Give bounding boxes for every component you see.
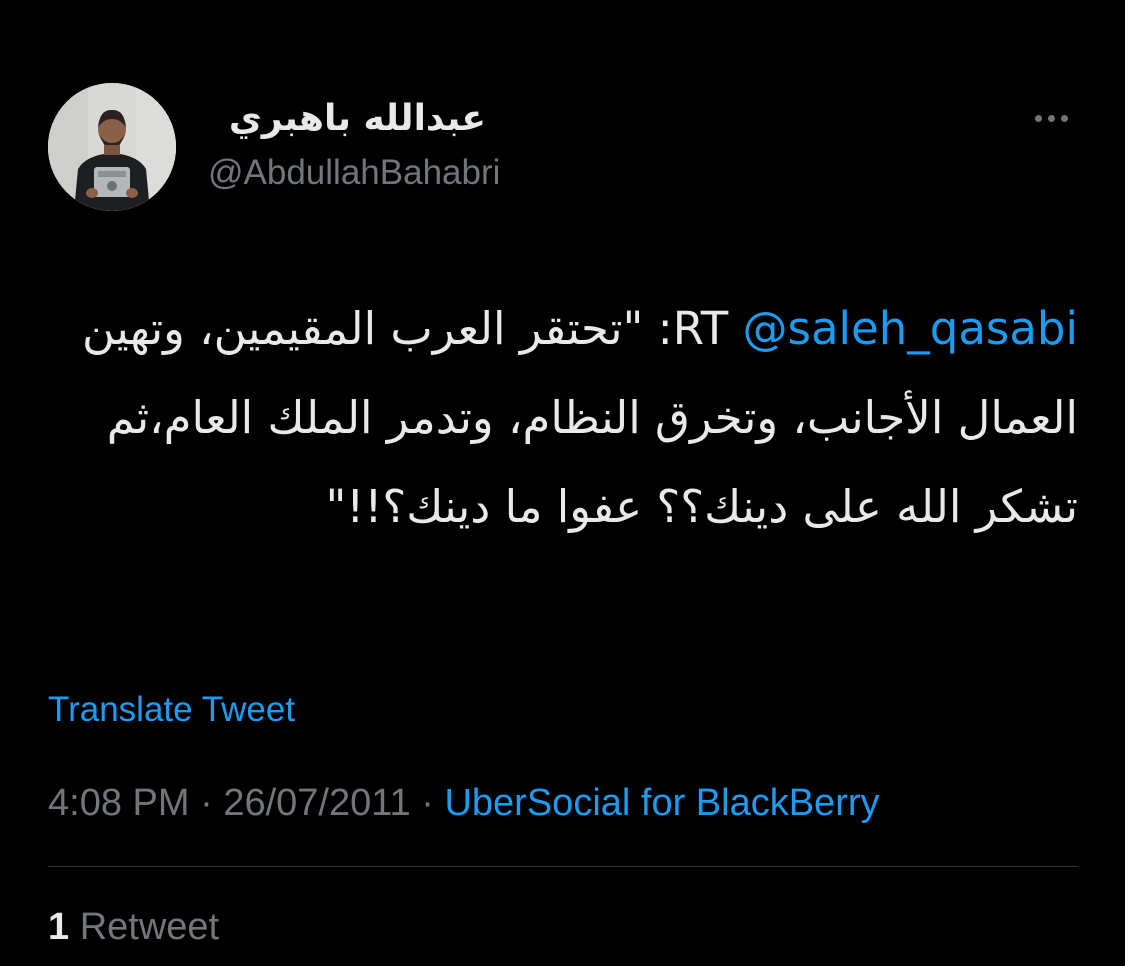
retweet-label: Retweet	[69, 906, 220, 948]
tweet-text: RT @saleh_qasabi: "تحتقر العرب المقيمين،…	[48, 284, 1078, 551]
translate-tweet-link[interactable]: Translate Tweet	[48, 688, 295, 732]
more-horizontal-icon-dot	[1047, 114, 1055, 122]
retweet-count: 1	[48, 906, 70, 948]
meta-separator: ·	[189, 782, 224, 824]
author-avatar[interactable]	[48, 83, 176, 211]
more-horizontal-icon-dot	[1060, 114, 1068, 122]
profile-photo-icon	[48, 83, 176, 211]
tweet-time[interactable]: 4:08 PM	[48, 782, 190, 824]
tweet-source-link[interactable]: UberSocial for BlackBerry	[444, 782, 879, 824]
author-handle[interactable]: @AbdullahBahabri	[208, 151, 500, 195]
author-display-name[interactable]: عبدالله باهبري	[210, 95, 486, 143]
more-options-button[interactable]	[1024, 100, 1078, 136]
mention-link[interactable]: @saleh_qasabi	[743, 302, 1078, 355]
tweet-card: عبدالله باهبري @AbdullahBahabri RT @sale…	[0, 0, 1125, 966]
tweet-metadata: 4:08 PM · 26/07/2011 · UberSocial for Bl…	[48, 780, 880, 826]
more-horizontal-icon-dot	[1034, 114, 1042, 122]
retweet-prefix: RT	[672, 302, 743, 355]
tweet-date[interactable]: 26/07/2011	[223, 782, 410, 824]
retweet-stats[interactable]: 1 Retweet	[48, 904, 219, 950]
meta-separator: ·	[410, 782, 445, 824]
divider	[48, 866, 1078, 867]
